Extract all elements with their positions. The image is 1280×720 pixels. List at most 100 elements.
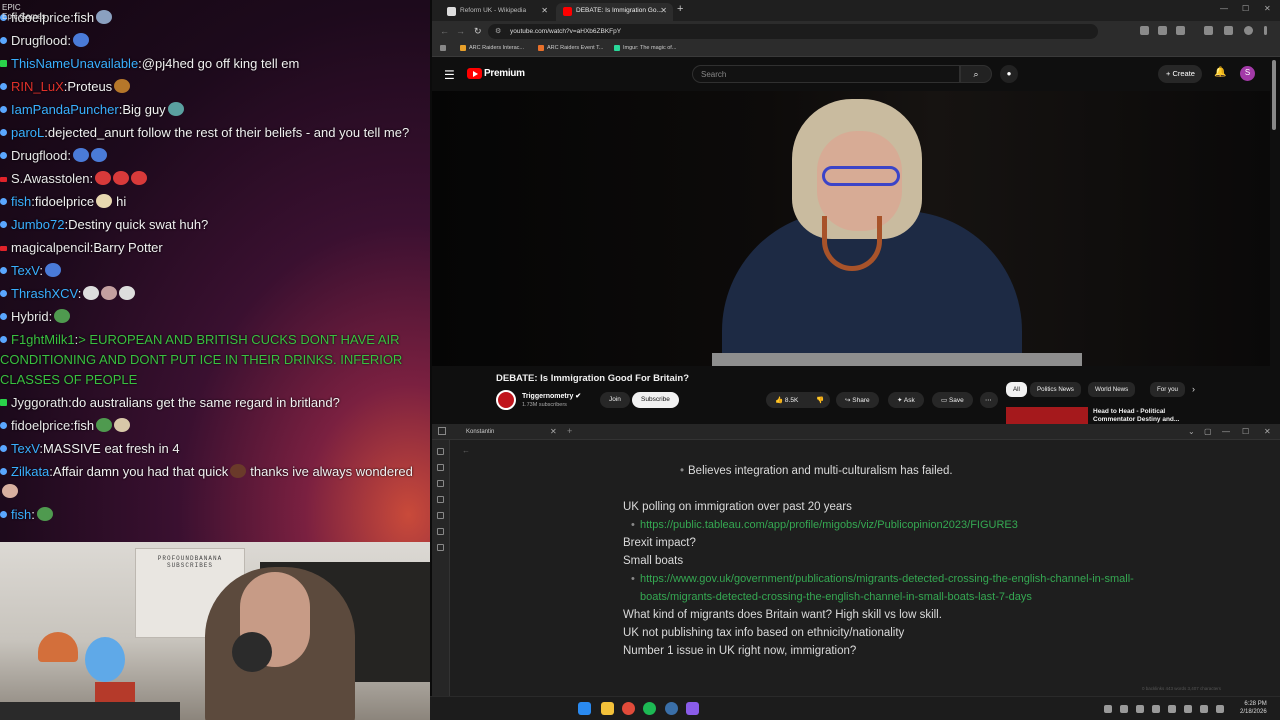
bookmark-item[interactable]: ARC Raiders Event T... (538, 45, 603, 51)
forward-icon[interactable]: → (456, 26, 465, 36)
new-tab-icon[interactable]: + (567, 426, 572, 436)
back-icon[interactable]: ← (462, 446, 470, 455)
chip-world-news[interactable]: World News (1088, 382, 1136, 397)
chat-username[interactable]: TexV (11, 263, 39, 278)
maximize-icon[interactable]: ☐ (1242, 427, 1249, 436)
close-tab-icon[interactable]: ✕ (550, 427, 557, 436)
search-icon[interactable]: ⌕ (960, 65, 992, 83)
chat-username[interactable]: TexV (11, 441, 39, 456)
notifications-bell-icon[interactable]: 🔔 (1214, 67, 1226, 78)
calendar-icon[interactable] (437, 496, 444, 503)
chat-username[interactable]: fish (11, 507, 31, 522)
subscribe-button[interactable]: Subscribe (632, 392, 679, 408)
bookmark-item[interactable]: ARC Raiders Interac... (460, 45, 524, 51)
chat-username[interactable]: ThrashXCV (11, 286, 78, 301)
volume-icon[interactable] (1216, 705, 1224, 713)
obsidian-icon[interactable] (686, 702, 699, 715)
chip-politics-news[interactable]: Politics News (1030, 382, 1081, 397)
new-tab-icon[interactable]: + (677, 3, 683, 15)
maximize-icon[interactable]: ☐ (1242, 4, 1249, 13)
hamburger-menu-icon[interactable]: ☰ (444, 68, 455, 82)
extension-icon[interactable] (1176, 26, 1185, 35)
copy-icon[interactable] (437, 512, 444, 519)
extension-icon[interactable] (1204, 26, 1213, 35)
chat-username[interactable]: paroL (11, 125, 44, 140)
tray-icon[interactable] (1184, 705, 1192, 713)
windows-start-icon[interactable] (578, 702, 591, 715)
kebab-menu-icon[interactable] (1264, 26, 1267, 35)
back-icon[interactable]: ← (440, 26, 449, 36)
note-tab-title[interactable]: Konstantin (466, 429, 494, 435)
share-button[interactable]: ↪ Share (836, 392, 879, 408)
recommended-title[interactable]: Head to Head - Political Commentator Des… (1093, 408, 1179, 424)
video-player[interactable] (432, 91, 1270, 366)
graph-icon[interactable] (437, 464, 444, 471)
channel-avatar[interactable] (496, 390, 516, 410)
channel-name[interactable]: Triggernometry ✔ (522, 392, 581, 400)
chat-username[interactable]: ThisNameUnavailable (11, 56, 138, 71)
tray-icon[interactable] (1136, 705, 1144, 713)
tray-icon[interactable] (1104, 705, 1112, 713)
chat-username[interactable]: Jumbo72 (11, 217, 64, 232)
join-button[interactable]: Join (600, 392, 630, 408)
note-link[interactable]: https://www.gov.uk/government/publicatio… (623, 570, 1143, 606)
note-content[interactable]: Believes integration and multi-culturali… (623, 462, 1143, 660)
recommended-thumbnail[interactable] (1006, 407, 1088, 424)
sidebar-toggle-icon[interactable] (438, 427, 446, 435)
chip-for-you[interactable]: For you (1150, 382, 1185, 397)
chat-username[interactable]: Drugflood (11, 148, 67, 163)
account-avatar[interactable]: S (1240, 66, 1255, 81)
minimize-icon[interactable]: — (1222, 427, 1230, 436)
search-input[interactable]: Search (692, 65, 960, 83)
chevron-right-icon[interactable]: › (1192, 384, 1195, 394)
terminal-icon[interactable] (437, 528, 444, 535)
chat-username[interactable]: Hybrid (11, 309, 49, 324)
tray-icon[interactable] (1152, 705, 1160, 713)
file-explorer-icon[interactable] (601, 702, 614, 715)
extension-icon[interactable] (1140, 26, 1149, 35)
voice-search-icon[interactable]: ● (1000, 65, 1018, 83)
browser-tab-youtube[interactable]: DEBATE: Is Immigration Go... ✕ (556, 3, 673, 21)
steam-icon[interactable] (665, 702, 678, 715)
close-tab-icon[interactable]: ✕ (541, 6, 548, 15)
save-button[interactable]: ▭ Save (932, 392, 973, 408)
youtube-logo-icon[interactable] (467, 68, 482, 79)
create-button[interactable]: + Create (1158, 65, 1202, 83)
chip-all[interactable]: All (1006, 382, 1027, 397)
list-icon[interactable] (437, 544, 444, 551)
page-scrollbar[interactable] (1272, 60, 1276, 130)
download-icon[interactable] (1224, 26, 1233, 35)
chrome-icon[interactable] (622, 702, 635, 715)
profile-icon[interactable] (1244, 26, 1253, 35)
chevron-down-icon[interactable]: ⌄ (1188, 427, 1195, 436)
chat-username[interactable]: Zilkata (11, 464, 49, 479)
note-link[interactable]: https://public.tableau.com/app/profile/m… (623, 516, 1143, 534)
spotify-icon[interactable] (643, 702, 656, 715)
close-tab-icon[interactable]: ✕ (660, 6, 667, 15)
extension-icon[interactable] (1158, 26, 1167, 35)
chat-username[interactable]: S.Awasstolen (11, 171, 90, 186)
chat-username[interactable]: fidoelprice (11, 418, 70, 433)
grid-icon[interactable] (437, 480, 444, 487)
files-icon[interactable] (437, 448, 444, 455)
chat-username[interactable]: Jyggorath (11, 395, 68, 410)
dislike-button[interactable]: 👎 (810, 392, 830, 408)
chat-username[interactable]: fish (11, 194, 31, 209)
clock[interactable]: 6:28 PM 2/18/2026 (1240, 700, 1267, 716)
browser-tab-wikipedia[interactable]: Reform UK - Wikipedia ✕ (440, 3, 554, 21)
youtube-brand[interactable]: Premium (484, 68, 525, 79)
split-view-icon[interactable]: ▢ (1204, 427, 1212, 436)
chat-username[interactable]: IamPandaPuncher (11, 102, 119, 117)
wifi-icon[interactable] (1200, 705, 1208, 713)
close-window-icon[interactable]: ✕ (1264, 4, 1271, 13)
minimize-icon[interactable]: — (1220, 4, 1228, 13)
tray-icon[interactable] (1120, 705, 1128, 713)
close-window-icon[interactable]: ✕ (1264, 427, 1271, 436)
chat-username[interactable]: F1ghtMilk1 (11, 332, 75, 347)
reload-icon[interactable]: ↻ (474, 26, 482, 37)
chat-username[interactable]: RIN_LuX (11, 79, 64, 94)
site-info-icon[interactable]: ⚙ (495, 27, 501, 35)
chat-username[interactable]: magicalpencil (11, 240, 90, 255)
address-bar[interactable]: ⚙ youtube.com/watch?v=aHXb6ZBKFpY (488, 24, 1098, 39)
more-actions-icon[interactable]: ⋯ (980, 392, 998, 408)
